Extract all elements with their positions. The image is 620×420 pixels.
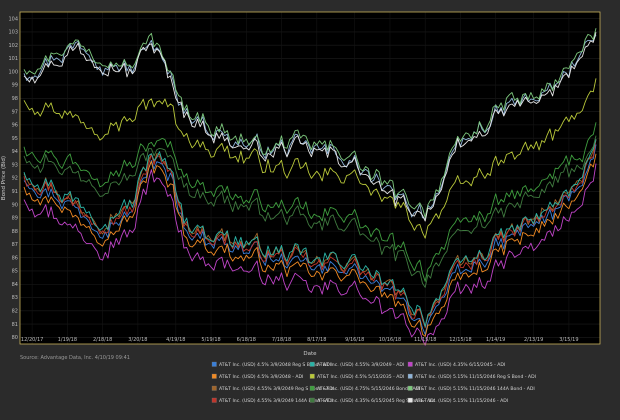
y-axis-title: Bond Price (Bid) bbox=[1, 156, 7, 200]
y-tick-label: 85 bbox=[12, 269, 18, 275]
y-tick-label: 90 bbox=[12, 202, 18, 208]
y-tick-label: 92 bbox=[12, 176, 18, 182]
y-tick-label: 86 bbox=[12, 255, 18, 261]
x-tick-label: 11/15/18 bbox=[414, 337, 436, 343]
x-tick-label: 3/20/18 bbox=[128, 337, 147, 343]
legend-swatch bbox=[407, 397, 413, 403]
legend-swatch bbox=[211, 361, 217, 367]
y-tick-label: 87 bbox=[12, 242, 18, 248]
x-axis-title: Date bbox=[303, 351, 317, 357]
x-tick-label: 3/15/19 bbox=[559, 337, 578, 343]
y-tick-label: 88 bbox=[12, 229, 18, 235]
x-tick-label: 4/19/18 bbox=[166, 337, 185, 343]
legend-swatch bbox=[407, 361, 413, 367]
y-tick-label: 95 bbox=[12, 136, 18, 142]
x-tick-label: 8/17/18 bbox=[307, 337, 326, 343]
legend-label: AT&T Inc. (USD) 5.15% 11/15/2046 144A Bo… bbox=[415, 386, 535, 392]
legend-label: AT&T Inc. (USD) 4.5% 3/9/2048 - ADI bbox=[219, 374, 303, 380]
y-tick-label: 80 bbox=[12, 335, 18, 341]
y-tick-label: 84 bbox=[12, 282, 18, 288]
y-tick-label: 82 bbox=[12, 309, 18, 315]
legend-swatch bbox=[309, 397, 315, 403]
y-tick-label: 101 bbox=[8, 56, 18, 62]
x-tick-label: 12/15/18 bbox=[449, 337, 471, 343]
bond-price-chart: 80 81 82 83 84 85 86 87 88 89 90 91 92 93 94 95 96 97 98 99… bbox=[0, 0, 620, 420]
source-note: Source: Advantage Data, Inc. 4/10/19 09:… bbox=[20, 355, 130, 361]
legend-label: AT&T Inc. (USD) 5.15% 11/15/2046 Reg S B… bbox=[415, 374, 536, 380]
y-tick-label: 102 bbox=[8, 43, 18, 49]
y-tick-label: 91 bbox=[12, 189, 18, 195]
y-tick-label: 97 bbox=[12, 109, 18, 115]
legend-swatch bbox=[211, 385, 217, 391]
x-tick-label: 2/18/18 bbox=[93, 337, 112, 343]
x-tick-label: 7/18/18 bbox=[272, 337, 291, 343]
legend-label: AT&T Inc. (USD) 4.55% 3/9/2049 144A Bond… bbox=[219, 398, 333, 404]
x-tick-label: 1/14/19 bbox=[486, 337, 505, 343]
y-tick-label: 96 bbox=[12, 123, 18, 129]
x-tick-label: 2/13/19 bbox=[524, 337, 543, 343]
legend-label: AT&T Inc. (USD) 4.55% 3/9/2049 - ADI bbox=[317, 362, 404, 368]
legend-label: AT&T Inc. (USD) 4.5% 5/15/2035 - ADI bbox=[317, 374, 404, 380]
y-tick-label: 103 bbox=[8, 30, 18, 36]
x-tick-label: 12/20/17 bbox=[21, 337, 43, 343]
legend-swatch bbox=[309, 385, 315, 391]
y-tick-label: 104 bbox=[8, 16, 18, 22]
x-tick-label: 10/16/18 bbox=[379, 337, 401, 343]
y-tick-label: 99 bbox=[12, 83, 18, 89]
y-tick-label: 83 bbox=[12, 295, 18, 301]
y-tick-label: 98 bbox=[12, 96, 18, 102]
y-tick-label: 81 bbox=[12, 322, 18, 328]
legend-swatch bbox=[407, 373, 413, 379]
legend-swatch bbox=[309, 373, 315, 379]
legend-swatch bbox=[407, 385, 413, 391]
legend-swatch bbox=[211, 373, 217, 379]
legend-swatch bbox=[211, 397, 217, 403]
x-tick-label: 6/18/18 bbox=[237, 337, 256, 343]
legend-label: AT&T Inc. (USD) 5.15% 11/15/2046 - ADI bbox=[415, 398, 508, 404]
legend-label: AT&T Inc. (USD) 4.35% 6/15/2045 - ADI bbox=[415, 362, 505, 368]
x-tick-label: 1/19/18 bbox=[58, 337, 77, 343]
legend-swatch bbox=[309, 361, 315, 367]
x-tick-label: 9/16/18 bbox=[345, 337, 364, 343]
y-tick-label: 100 bbox=[8, 69, 18, 75]
y-tick-label: 93 bbox=[12, 162, 18, 168]
y-tick-label: 94 bbox=[12, 149, 18, 155]
x-tick-label: 5/19/18 bbox=[201, 337, 220, 343]
y-tick-label: 89 bbox=[12, 216, 18, 222]
legend-label: AT&T Inc. (USD) 4.75% 5/15/2046 Bond - A… bbox=[317, 386, 420, 392]
